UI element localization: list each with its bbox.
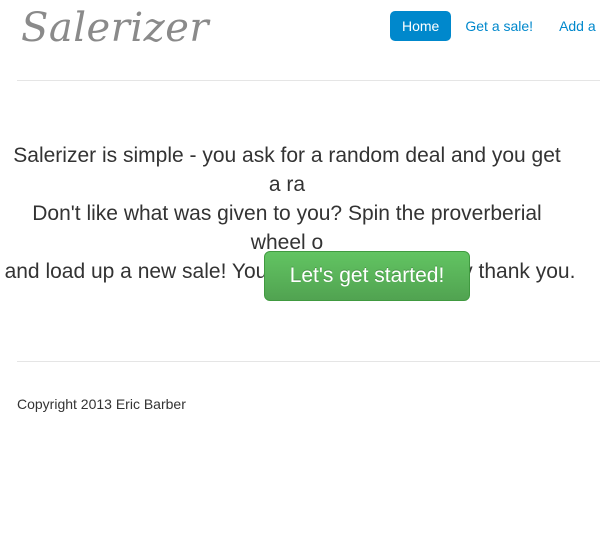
lead-line-1: Salerizer is simple - you ask for a rand…: [13, 144, 561, 196]
page: Salerizer Home Get a sale! Add a Salerizer…: [0, 0, 600, 550]
lead-line-2: Don't like what was given to you? Spin t…: [32, 202, 542, 254]
get-started-button[interactable]: Let's get started!: [264, 251, 470, 301]
footer-copyright: Copyright 2013 Eric Barber: [17, 396, 186, 412]
footer-divider: [17, 361, 600, 362]
